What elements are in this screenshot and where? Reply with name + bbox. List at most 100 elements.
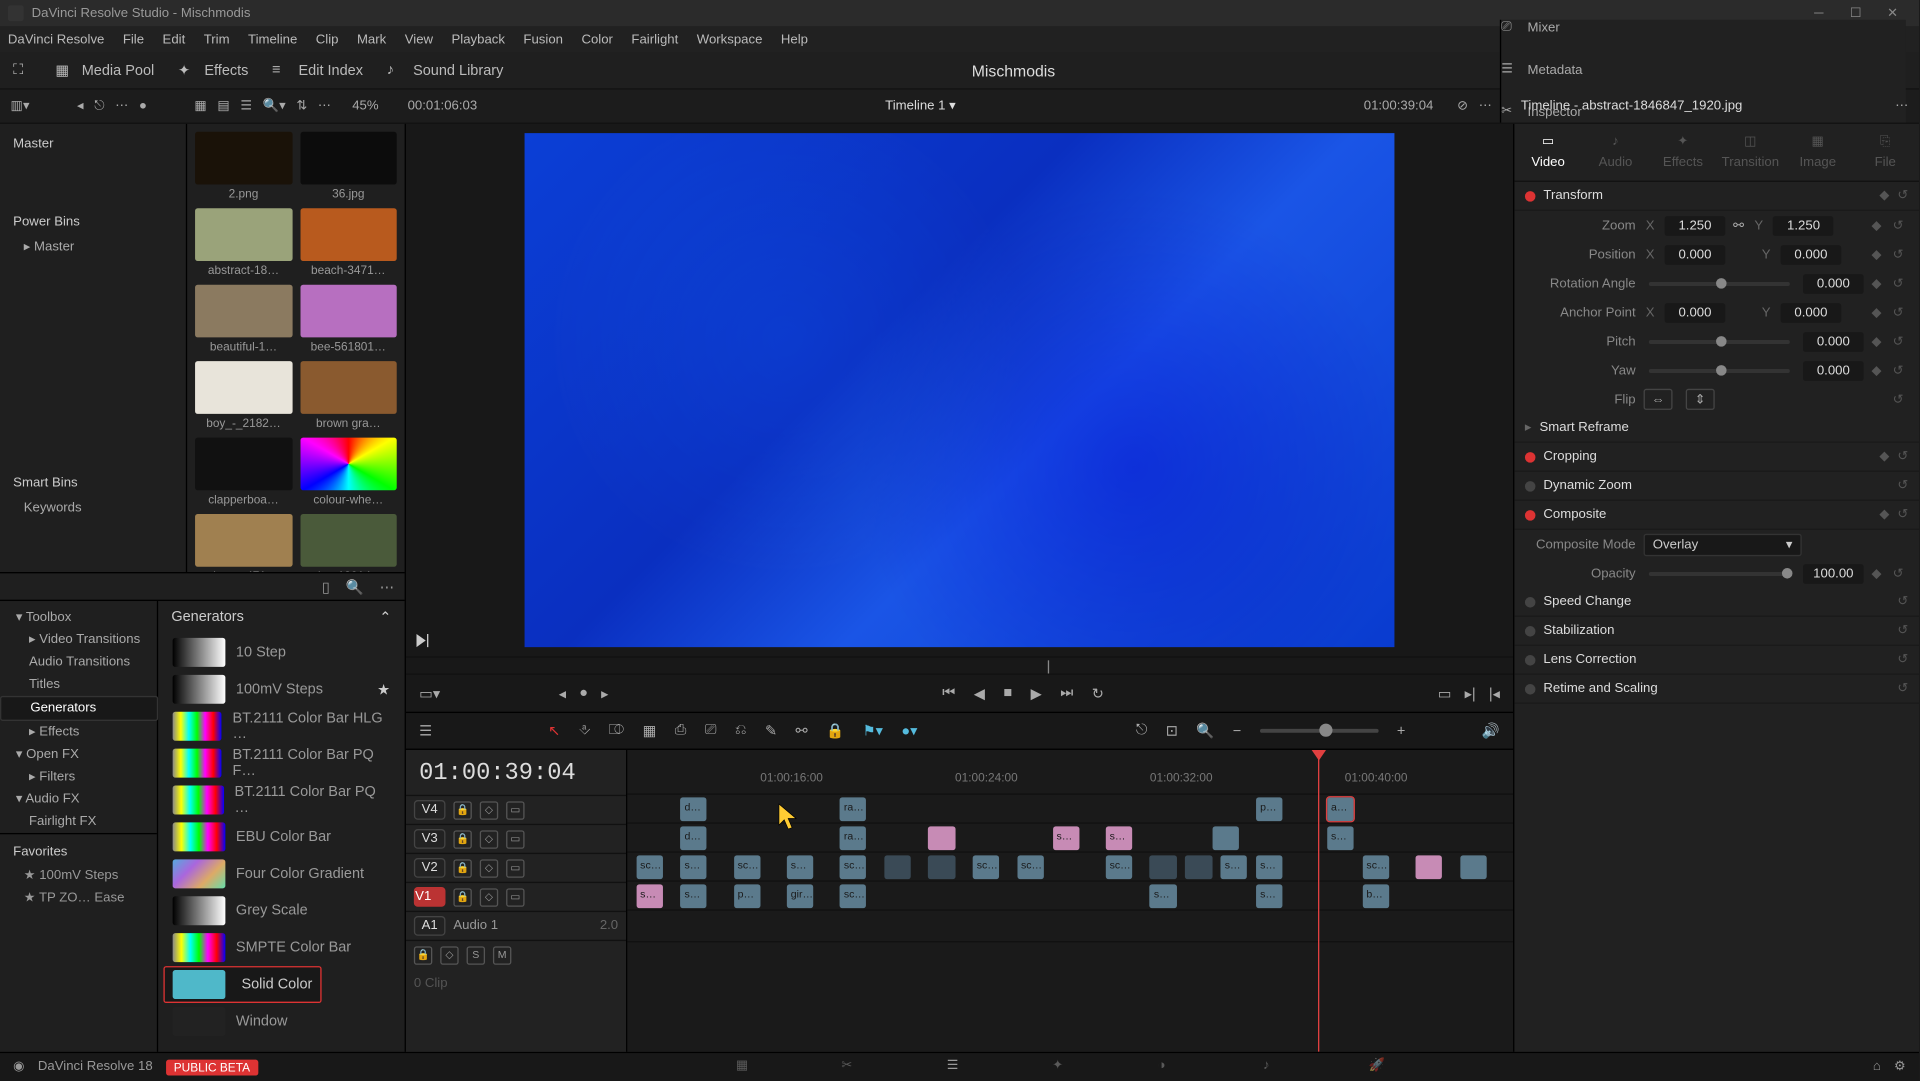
home-icon[interactable]: ⌂ bbox=[1873, 1060, 1881, 1074]
reverse-icon[interactable]: ◀ bbox=[974, 685, 985, 702]
track-header-v3[interactable]: V3🔒◇▭ bbox=[406, 824, 626, 853]
page-cut[interactable]: ✂ bbox=[841, 1058, 867, 1076]
timeline-name[interactable]: Timeline 1 ▾ bbox=[885, 99, 956, 113]
yaw-slider[interactable] bbox=[1649, 368, 1790, 372]
media-thumbnail[interactable]: beach-3471… bbox=[300, 208, 397, 277]
tab-transition[interactable]: ◫Transition bbox=[1720, 134, 1781, 170]
in-out-icon[interactable]: ▭▾ bbox=[419, 685, 440, 702]
nav-prev-icon[interactable]: ◂ bbox=[77, 99, 84, 113]
more3-icon[interactable]: ⋯ bbox=[1479, 99, 1492, 113]
track-header-a1[interactable]: A1Audio 12.0 bbox=[406, 911, 626, 940]
zoom-out-icon[interactable]: − bbox=[1233, 723, 1241, 739]
pos-y-input[interactable] bbox=[1781, 244, 1842, 264]
go-start-icon[interactable]: |◂ bbox=[1489, 685, 1500, 702]
media-thumbnail[interactable]: desert-471… bbox=[195, 514, 292, 572]
generator-item[interactable]: Grey Scale bbox=[163, 892, 399, 929]
menu-item[interactable]: Trim bbox=[204, 32, 230, 46]
generator-item[interactable]: Four Color Gradient bbox=[163, 855, 399, 892]
audio-transitions[interactable]: Audio Transitions bbox=[0, 651, 157, 673]
flag-icon[interactable]: ⚑▾ bbox=[863, 722, 883, 739]
generator-item[interactable]: BT.2111 Color Bar HLG … bbox=[163, 708, 399, 745]
clip[interactable]: sc… bbox=[734, 855, 761, 879]
track-v2[interactable]: sc… s… sc… s… sc… sc… sc… sc… s… s… sc… bbox=[627, 853, 1513, 882]
generators-category[interactable]: Generators⌃ bbox=[158, 601, 404, 634]
generator-item[interactable]: BT.2111 Color Bar PQ F… bbox=[163, 745, 399, 782]
clip[interactable]: s… bbox=[636, 884, 663, 908]
clip[interactable] bbox=[1185, 855, 1212, 879]
timeline-view-icon[interactable]: ☰ bbox=[419, 722, 432, 739]
clip[interactable]: ra… bbox=[840, 826, 867, 850]
stabilization-header[interactable]: Stabilization↺ bbox=[1514, 617, 1919, 646]
generator-item[interactable]: Solid Color bbox=[163, 966, 321, 1003]
clip[interactable] bbox=[884, 855, 911, 879]
menu-item[interactable]: File bbox=[123, 32, 144, 46]
fairlightfx-node[interactable]: Fairlight FX bbox=[0, 811, 157, 833]
menu-item[interactable]: Color bbox=[581, 32, 613, 46]
opacity-input[interactable] bbox=[1803, 563, 1864, 583]
track-header-v4[interactable]: V4🔒◇▭ bbox=[406, 795, 626, 824]
smart-reframe-header[interactable]: ▸Smart Reframe bbox=[1514, 414, 1919, 443]
track-header-v1[interactable]: V1🔒◇▭ bbox=[406, 882, 626, 911]
menu-item[interactable]: View bbox=[405, 32, 433, 46]
menu-item[interactable]: Fairlight bbox=[631, 32, 678, 46]
clip[interactable] bbox=[1460, 855, 1487, 879]
sort-icon[interactable]: ⇅ bbox=[296, 99, 307, 113]
retime-header[interactable]: Retime and Scaling↺ bbox=[1514, 675, 1919, 704]
metadata-button[interactable]: ☰Metadata bbox=[1501, 61, 1882, 79]
ripple-icon[interactable]: ✎ bbox=[765, 722, 777, 739]
keywords-bin[interactable]: Keywords bbox=[0, 496, 186, 521]
thumb-icon[interactable]: ▤ bbox=[217, 99, 229, 113]
bin-view-icon[interactable]: ▥▾ bbox=[11, 99, 30, 113]
zoom-detail-icon[interactable]: 🔍 bbox=[1196, 722, 1214, 739]
menu-item[interactable]: Mark bbox=[357, 32, 386, 46]
insert-icon[interactable]: ▦ bbox=[643, 722, 657, 739]
zoom-in-icon[interactable]: + bbox=[1397, 723, 1405, 739]
record-icon[interactable]: ● bbox=[139, 99, 147, 113]
link-icon[interactable]: ⚯ bbox=[1733, 218, 1744, 232]
menu-item[interactable]: Workspace bbox=[697, 32, 763, 46]
anchor-y-input[interactable] bbox=[1781, 302, 1842, 322]
zoom-slider[interactable] bbox=[1260, 729, 1379, 733]
media-thumbnail[interactable]: boy_-_2182… bbox=[195, 361, 292, 430]
scrub-bar[interactable] bbox=[406, 656, 1513, 674]
clip[interactable]: sc… bbox=[973, 855, 1000, 879]
media-thumbnail[interactable]: beautiful-1… bbox=[195, 285, 292, 354]
clip[interactable]: d… bbox=[680, 826, 707, 850]
blade-tool-icon[interactable]: ⎀ bbox=[579, 722, 591, 739]
page-edit[interactable]: ☰ bbox=[947, 1058, 973, 1076]
video-transitions[interactable]: ▸ Video Transitions bbox=[0, 629, 157, 651]
replace-icon[interactable]: ⎌ bbox=[735, 722, 747, 739]
clip[interactable]: s… bbox=[1150, 884, 1177, 908]
clip[interactable]: p… bbox=[734, 884, 761, 908]
clip[interactable]: ra… bbox=[840, 797, 867, 821]
menu-item[interactable]: Playback bbox=[451, 32, 504, 46]
rotation-input[interactable] bbox=[1803, 273, 1864, 293]
generator-item[interactable]: BT.2111 Color Bar PQ … bbox=[163, 782, 399, 819]
menu-item[interactable]: Help bbox=[781, 32, 808, 46]
page-media[interactable]: ▦ bbox=[736, 1058, 762, 1076]
playhead[interactable] bbox=[1318, 750, 1319, 1052]
stop-icon[interactable]: ■ bbox=[1003, 685, 1012, 702]
menu-item[interactable]: Fusion bbox=[523, 32, 563, 46]
match-icon[interactable]: ● bbox=[579, 685, 588, 701]
search-icon[interactable]: 🔍 bbox=[346, 578, 364, 595]
media-thumbnail[interactable]: brown gra… bbox=[300, 361, 397, 430]
clip[interactable]: s… bbox=[1052, 826, 1079, 850]
match-frame-icon[interactable]: ▭ bbox=[1438, 685, 1452, 702]
loop-icon[interactable]: ↻ bbox=[1092, 685, 1104, 702]
more2-icon[interactable]: ⋯ bbox=[318, 99, 331, 113]
timeline-timecode[interactable]: 01:00:39:04 bbox=[406, 750, 626, 795]
page-color[interactable]: ◑ bbox=[1158, 1058, 1184, 1076]
yaw-input[interactable] bbox=[1803, 360, 1864, 380]
mixer-button[interactable]: ⎚Mixer bbox=[1501, 19, 1882, 37]
edit-index-button[interactable]: ≡Edit Index bbox=[272, 61, 363, 79]
menu-item[interactable]: Edit bbox=[163, 32, 186, 46]
track-v1[interactable]: s… s… p… gir… sc… s… s… b… bbox=[627, 882, 1513, 911]
last-frame-icon[interactable]: ⏭ bbox=[1060, 685, 1073, 702]
clip[interactable] bbox=[1212, 826, 1239, 850]
flip-v-button[interactable]: ⇕ bbox=[1686, 389, 1715, 410]
media-thumbnail[interactable]: colour-whe… bbox=[300, 438, 397, 507]
clip[interactable]: s… bbox=[680, 884, 707, 908]
fullscreen-button[interactable]: ⛶ bbox=[13, 61, 31, 79]
track-header-v2[interactable]: V2🔒◇▭ bbox=[406, 853, 626, 882]
